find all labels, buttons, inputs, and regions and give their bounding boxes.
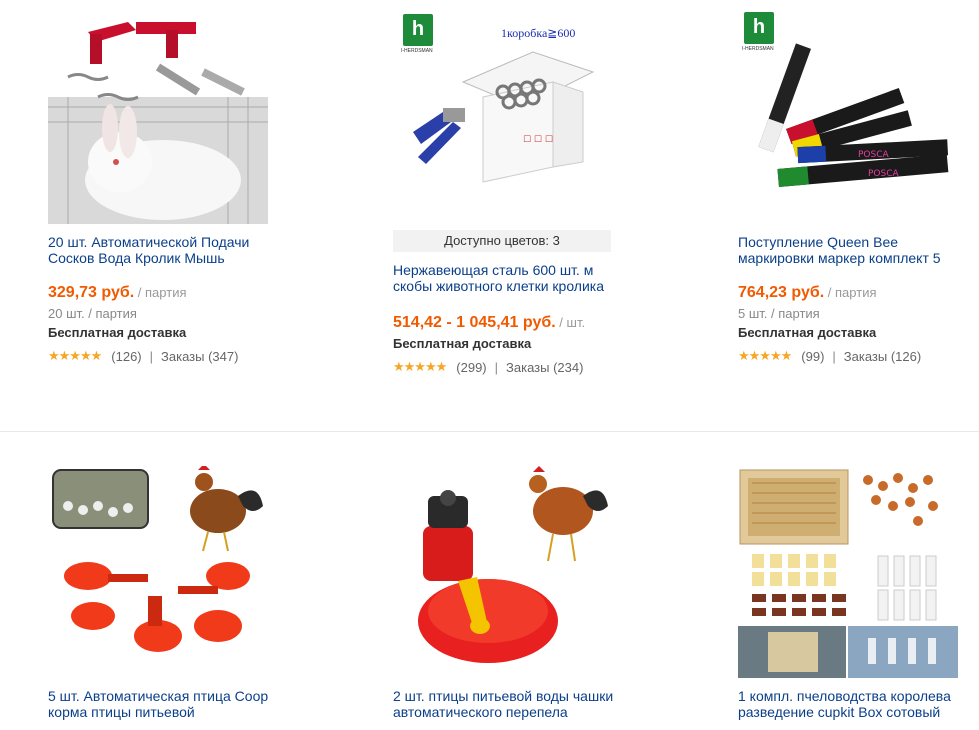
price-row: 514,42 - 1 045,41 руб. / шт. [393,314,623,332]
free-shipping: Бесплатная доставка [393,336,532,351]
rating-stars: ★★★★★ [738,348,792,363]
free-shipping: Бесплатная доставка [48,325,187,340]
rating-row: ★★★★★ (99) | Заказы (126) [738,348,968,364]
order-count: Заказы (347) [161,348,239,364]
product-image-markers[interactable]: h I-HERDSMAN POSCA POSCA [738,12,958,224]
colors-available: Доступно цветов: 3 [393,230,611,252]
product-title[interactable]: 20 шт. Автоматической Подачи Сосков Вода… [48,234,278,266]
rating-row: ★★★★★ (299) | Заказы (234) [393,359,623,375]
price-row: 329,73 руб. / партия [48,284,278,302]
rating-stars: ★★★★★ [393,359,447,374]
product-title[interactable]: 2 шт. птицы питьевой воды чашки автомати… [393,688,623,720]
separator: | [832,348,836,364]
product-price: 329,73 руб. [48,284,135,301]
product-image-rabbit-nipples[interactable] [48,12,268,224]
rating-row: ★★★★★ (126) | Заказы (347) [48,348,278,364]
svg-text:POSCA: POSCA [868,169,900,179]
product-card-5[interactable]: 2 шт. птицы питьевой воды чашки автомати… [393,466,623,720]
rating-stars: ★★★★★ [48,348,102,363]
product-title[interactable]: Поступление Queen Bee маркировки маркер … [738,234,968,266]
price-row: 764,23 руб. / партия [738,284,968,302]
order-count: Заказы (126) [843,348,922,364]
box-label: 1коробка≧600 [501,26,576,40]
brand-logo: h [744,12,774,44]
review-count[interactable]: (126) [111,349,141,364]
svg-text:POSCA: POSCA [858,150,890,160]
review-count[interactable]: (99) [801,349,824,364]
lot-size: 5 шт. / партия [738,306,820,321]
product-card-6[interactable]: 1 компл. пчеловодства королева разведени… [738,466,968,720]
price-unit: / партия [137,285,187,300]
brand-logo-text: I-HERDSMAN [401,48,433,54]
product-title[interactable]: 5 шт. Автоматическая птица Coop корма пт… [48,688,278,720]
product-price: 764,23 руб. [738,284,825,301]
product-card-3[interactable]: h I-HERDSMAN POSCA POSCA Поступление Que… [738,12,968,364]
svg-text:☐ ☐ ☐: ☐ ☐ ☐ [523,135,553,145]
product-image-cage-clips[interactable]: h I-HERDSMAN 1коробка≧600 ☐ ☐ ☐ [393,12,613,224]
product-image-bird-feeders[interactable] [48,466,268,678]
product-title[interactable]: Нержавеющая сталь 600 шт. м скобы животн… [393,262,623,294]
row-divider [0,431,979,432]
product-card-1[interactable]: 20 шт. Автоматической Подачи Сосков Вода… [48,12,278,364]
review-count[interactable]: (299) [456,360,486,375]
separator: | [494,359,499,375]
product-card-2[interactable]: h I-HERDSMAN 1коробка≧600 ☐ ☐ ☐ Доступно… [393,12,623,375]
product-image-queen-rearing-kit[interactable] [738,466,958,678]
price-unit: / шт. [559,315,586,330]
product-title[interactable]: 1 компл. пчеловодства королева разведени… [738,688,968,720]
product-image-water-cups[interactable] [393,466,613,678]
free-shipping: Бесплатная доставка [738,325,877,340]
brand-logo-text: I-HERDSMAN [742,46,774,52]
order-count: Заказы (234) [506,359,584,375]
brand-logo: h [403,14,433,46]
price-unit: / партия [827,285,877,300]
separator: | [149,348,154,364]
product-card-4[interactable]: 5 шт. Автоматическая птица Coop корма пт… [48,466,278,720]
lot-size: 20 шт. / партия [48,306,137,321]
product-price: 514,42 - 1 045,41 руб. [393,314,556,331]
